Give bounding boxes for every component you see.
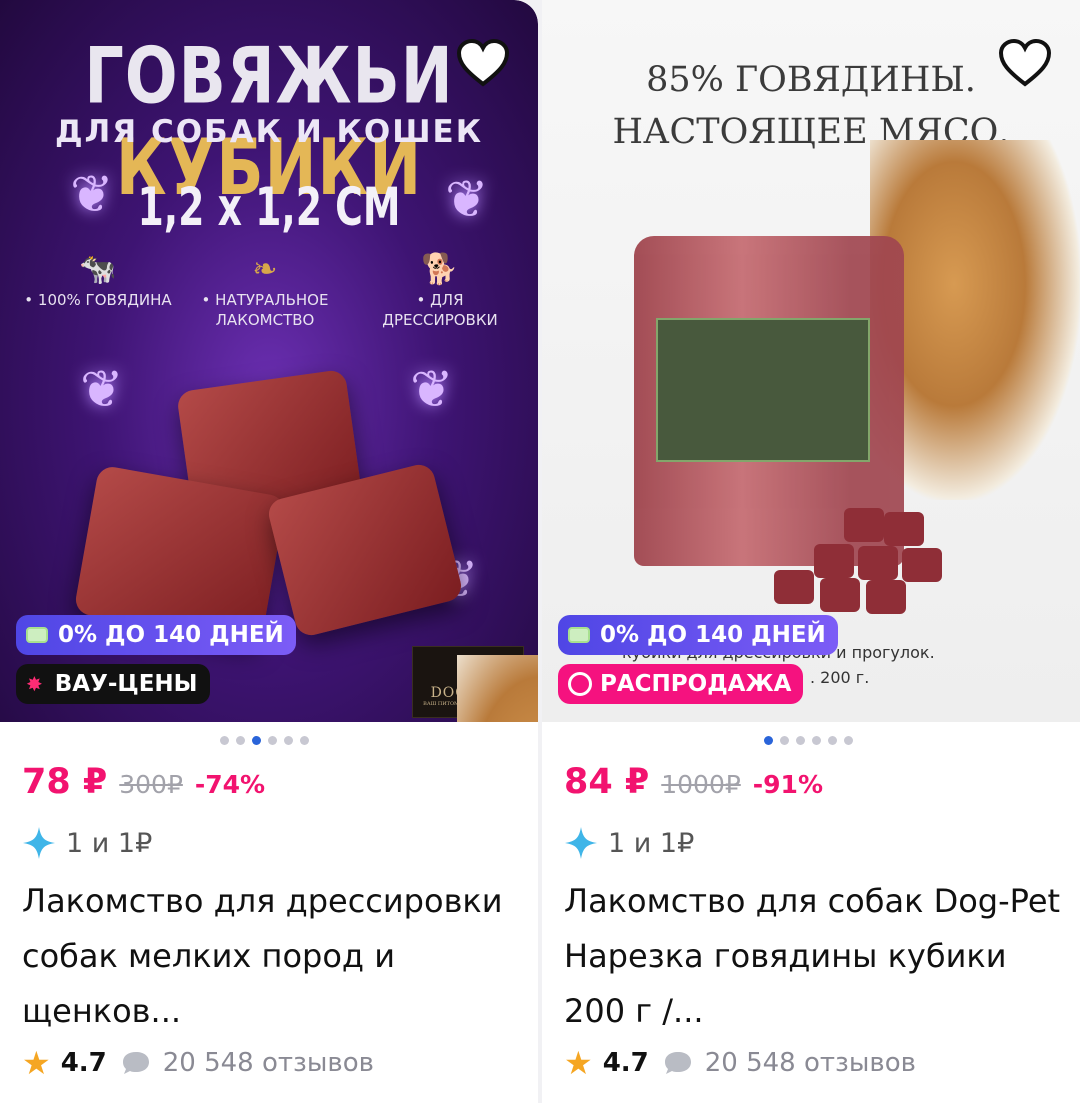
comment-icon [664,1052,691,1074]
image-caption: . 200 г. [810,668,870,687]
star-icon: ★ [564,1044,593,1082]
brand-logo: ♞ DOG-PET ВАШ ПИТОМЕЦ НАША СТРАСТЬ [412,646,538,722]
installment-icon [26,627,48,643]
product-card[interactable]: ГОВЯЖЬИ КУБИКИ ДЛЯ СОБАК И КОШЕК 1,2 x 1… [0,0,538,1103]
burst-icon: ✸ [26,672,43,696]
comment-icon [122,1052,149,1074]
product-grid: ГОВЯЖЬИ КУБИКИ ДЛЯ СОБАК И КОШЕК 1,2 x 1… [0,0,1080,1103]
feature-item: 🐄 • 100% ГОВЯДИНА [18,250,178,310]
sparkle-icon [565,827,597,859]
current-price: 84 ₽ [564,762,650,802]
sparkle-icon [23,827,55,859]
product-title[interactable]: Лакомство для дрессировки собак мелких п… [22,874,522,1039]
favorite-heart-icon[interactable] [998,38,1052,88]
discount-percent: -91% [752,770,823,799]
promo-badge: ✸ ВАУ-ЦЕНЫ [16,664,210,704]
dog-icon: 🐕 [421,252,459,287]
bonus-row: 1 и 1₽ [564,826,694,860]
product-title[interactable]: Лакомство для собак Dog-Pet Нарезка говя… [564,874,1064,1039]
discount-percent: -74% [194,770,266,799]
product-card[interactable]: 85% ГОВЯДИНЫ. НАСТОЯЩЕЕ МЯСО. кубики для… [542,0,1080,1103]
carousel-dots [542,736,1080,746]
star-icon: ★ [22,1044,51,1082]
reviews-count[interactable]: 20 548 отзывов [663,1048,916,1078]
butterfly-icon: ❦ [70,165,114,225]
feature-item: 🐕 • ДЛЯ ДРЕССИРОВКИ [360,250,520,330]
price-row: 78 ₽ 300₽ -74% [22,762,265,802]
price-row: 84 ₽ 1000₽ -91% [564,762,823,802]
loose-cubes-photo [774,508,954,618]
carousel-dots [0,736,538,746]
feature-item: ❧ • НАТУРАЛЬНОЕ ЛАКОМСТВО [185,250,345,330]
beef-cubes-photo [73,368,465,646]
promo-subtitle: ДЛЯ СОБАК И КОШЕК [54,114,484,150]
bonus-row: 1 и 1₽ [22,826,152,860]
cow-icon: 🐄 [79,252,117,287]
reviews-count[interactable]: 20 548 отзывов [121,1048,374,1078]
promo-badge: РАСПРОДАЖА [558,664,804,704]
installment-badge: 0% ДО 140 ДНЕЙ [558,615,838,655]
product-image[interactable]: 85% ГОВЯДИНЫ. НАСТОЯЩЕЕ МЯСО. кубики для… [542,0,1080,722]
current-price: 78 ₽ [22,762,108,802]
old-price: 300₽ [119,770,183,799]
butterfly-icon: ❦ [445,170,489,230]
installment-badge: 0% ДО 140 ДНЕЙ [16,615,296,655]
rating-value: 4.7 [602,1048,649,1078]
rating-row: ★ 4.7 20 548 отзывов [564,1044,916,1082]
dog-logo-icon: ♞ [457,655,538,722]
installment-icon [568,627,590,643]
favorite-heart-icon[interactable] [456,38,510,88]
product-image[interactable]: ГОВЯЖЬИ КУБИКИ ДЛЯ СОБАК И КОШЕК 1,2 x 1… [0,0,538,722]
rating-row: ★ 4.7 20 548 отзывов [22,1044,374,1082]
rating-value: 4.7 [60,1048,107,1078]
ring-icon [568,672,592,696]
leaf-icon: ❧ [252,252,278,287]
old-price: 1000₽ [661,770,741,799]
